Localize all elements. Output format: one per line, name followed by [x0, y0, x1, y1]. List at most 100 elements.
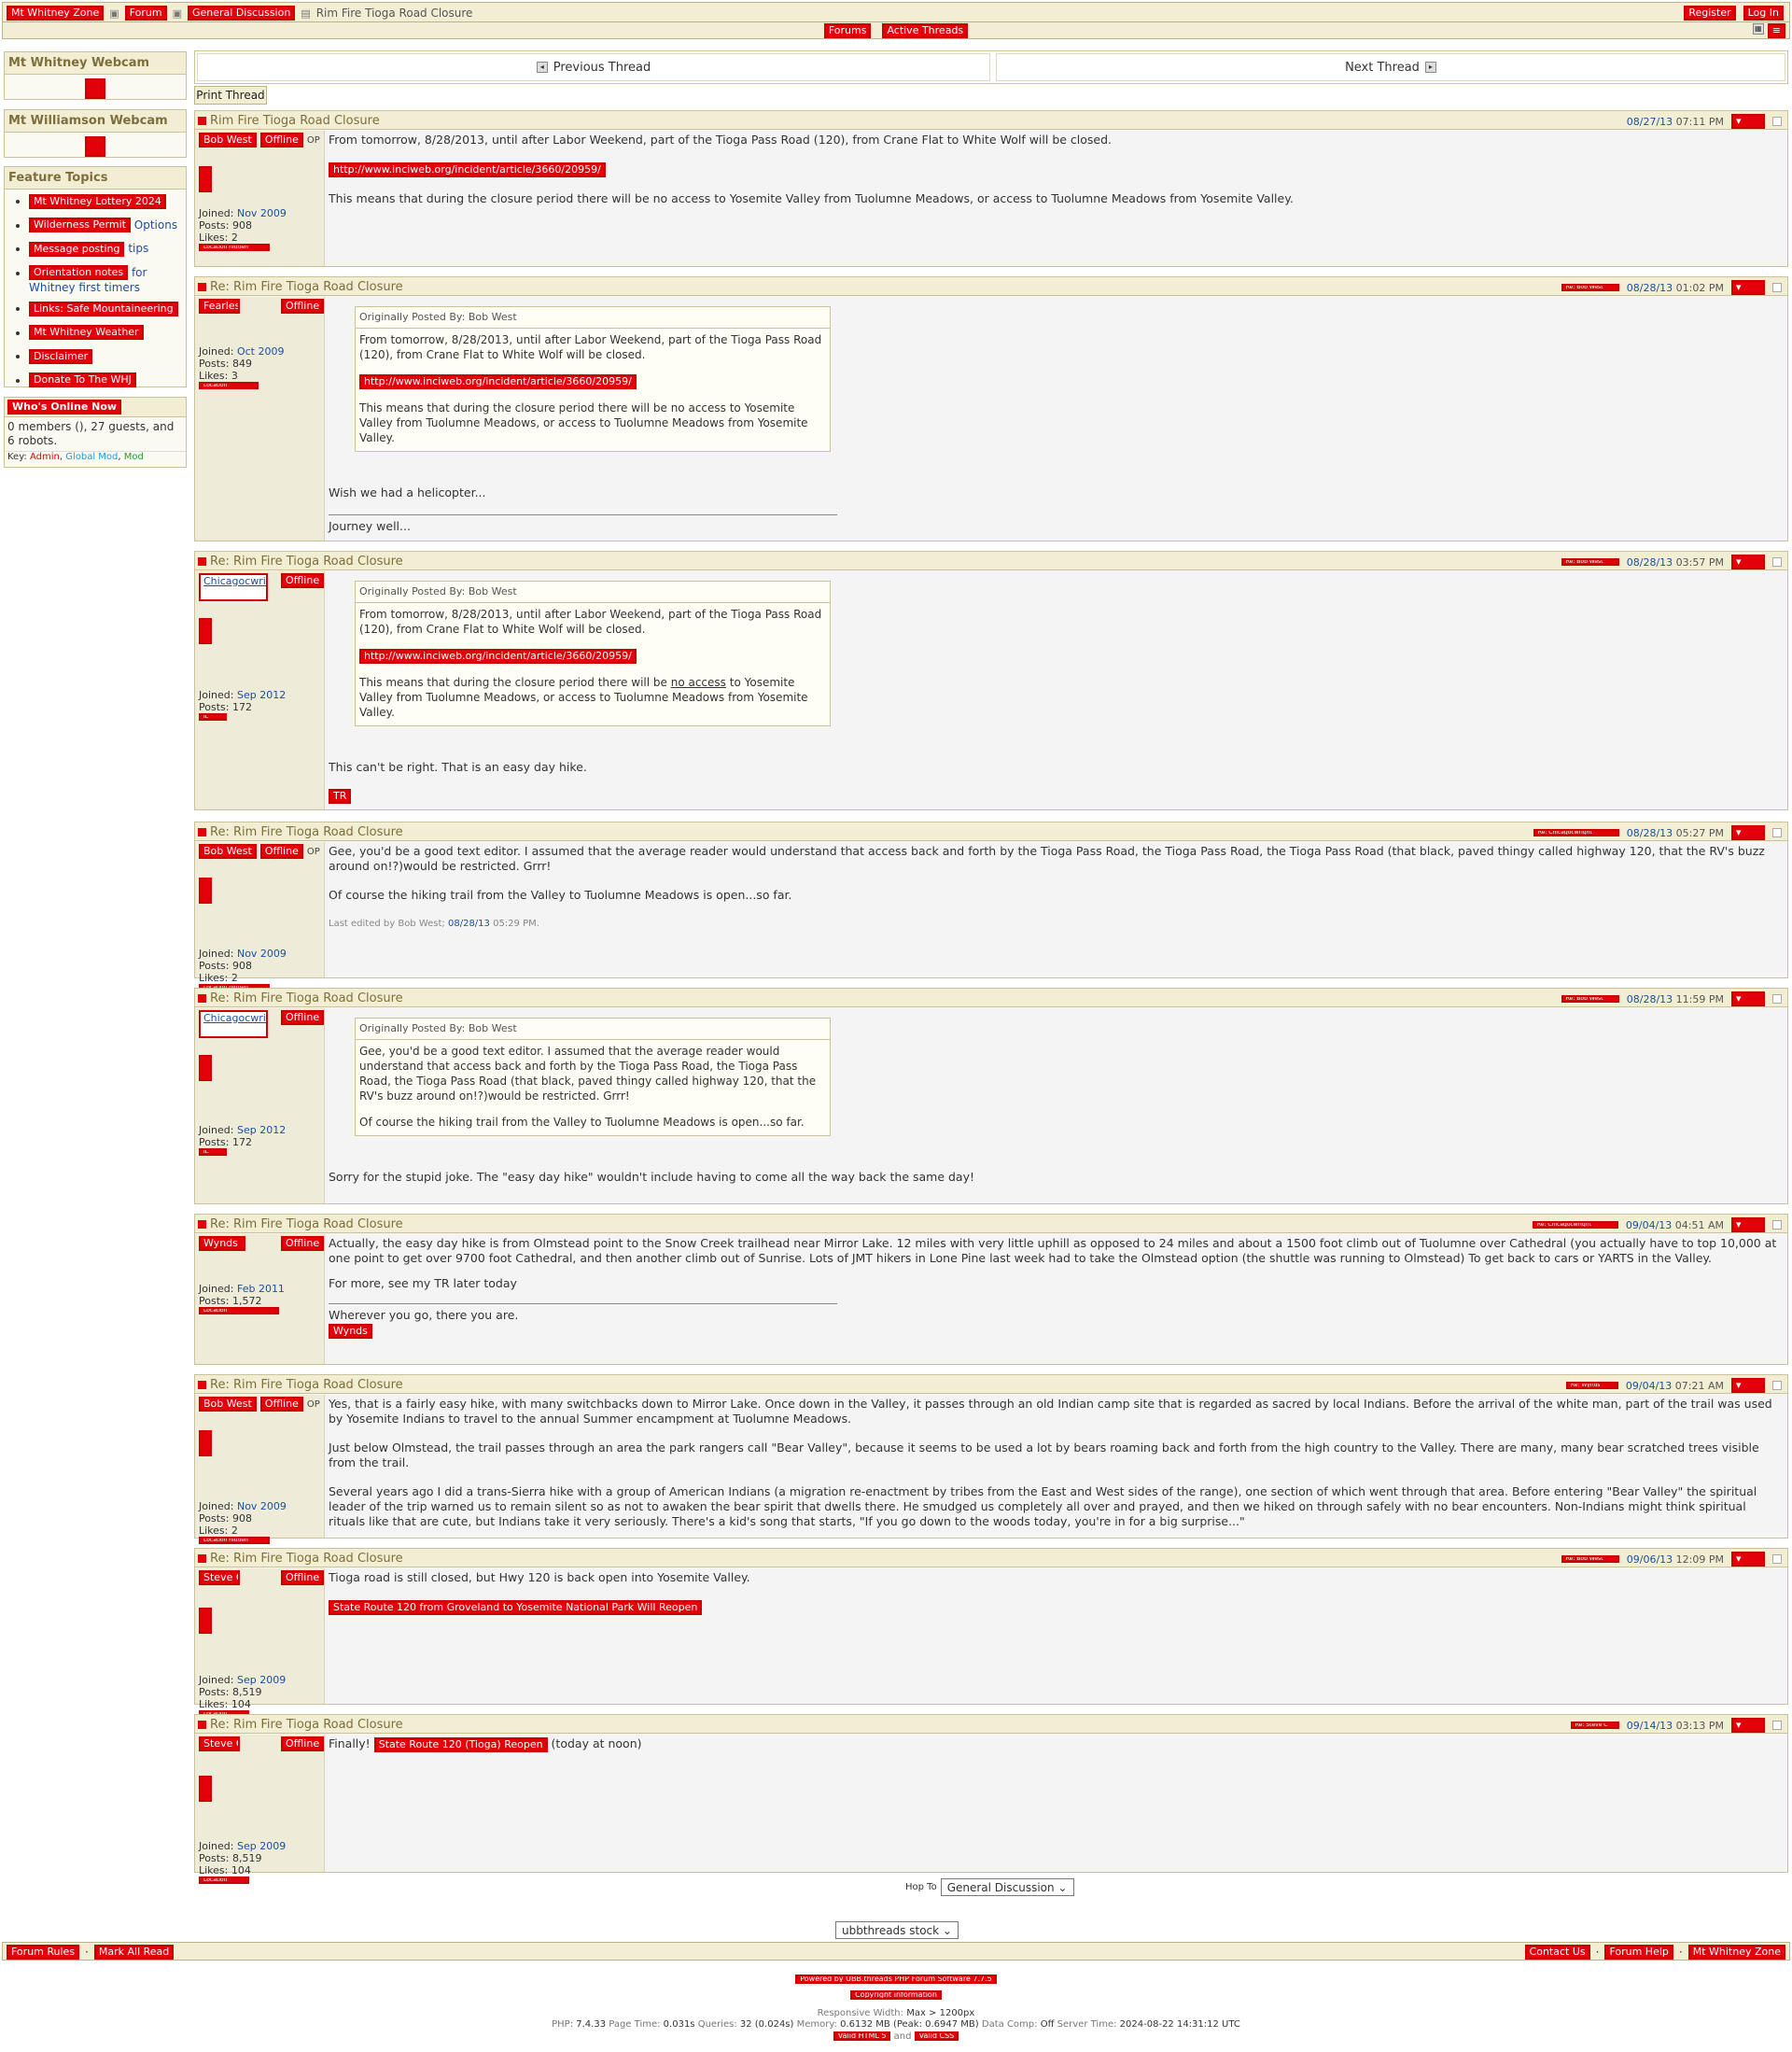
feature-topic-text[interactable]: tips [128, 242, 148, 255]
post-options-button[interactable]: ▾ [1731, 1552, 1765, 1567]
author-likes: Likes: 3 [199, 370, 238, 382]
post-select-checkbox[interactable] [1772, 1220, 1782, 1230]
forums-link[interactable]: Forums [823, 23, 872, 38]
post-options-button[interactable]: ▾ [1731, 114, 1765, 129]
print-thread-button[interactable]: Print Thread [194, 86, 267, 105]
forum-help-link[interactable]: Forum Help [1604, 1945, 1673, 1960]
post: Re: Rim Fire Tioga Road Closure Re: Bob … [194, 551, 1788, 810]
valid-css-link[interactable]: Valid CSS [914, 2031, 959, 2041]
avatar[interactable] [199, 166, 212, 192]
avatar[interactable] [199, 1608, 212, 1634]
mark-all-read-link[interactable]: Mark All Read [93, 1945, 175, 1960]
post-link[interactable]: State Route 120 (Tioga) Reopen [373, 1736, 548, 1752]
feature-topic-link[interactable]: Orientation notes [29, 265, 129, 280]
post: Re: Rim Fire Tioga Road Closure Re: Chic… [194, 1214, 1788, 1365]
author-likes: Likes: 104 [199, 1698, 251, 1710]
signature-link[interactable]: Wynds [329, 1323, 372, 1339]
post-tag-link[interactable]: TR [329, 789, 352, 804]
post-link[interactable]: State Route 120 from Groveland to Yosemi… [329, 1599, 703, 1615]
post-date: 09/14/13 03:13 PM [1626, 1719, 1724, 1732]
author-username[interactable]: Chicagocwright [199, 1010, 268, 1038]
hop-to: Hop To General Discussion ⌄ [905, 1878, 1074, 1896]
breadcrumb-forum-link[interactable]: Forum [124, 6, 167, 21]
copyright-link[interactable]: Copyright information [850, 1989, 942, 2000]
feature-topic-link[interactable]: Message posting [29, 241, 125, 257]
post-options-button[interactable]: ▾ [1731, 825, 1765, 840]
post-select-checkbox[interactable] [1772, 1721, 1782, 1730]
powered-by-link[interactable]: Powered by UBB.threads PHP Forum Softwar… [795, 1974, 997, 1984]
feature-topic-link[interactable]: Mt Whitney Weather [29, 325, 144, 340]
author-username[interactable]: Chicagocwright [199, 573, 268, 601]
author-username[interactable]: Bob West [199, 1397, 257, 1412]
forum-rules-link[interactable]: Forum Rules [7, 1945, 80, 1960]
post-select-checkbox[interactable] [1772, 557, 1782, 567]
post-reply-reference[interactable]: Re: Bob West [1561, 995, 1619, 1003]
author-username[interactable]: Fearless [199, 299, 240, 314]
whos-online-title[interactable]: Who's Online Now [7, 400, 122, 415]
avatar[interactable] [199, 878, 212, 904]
post-reply-reference[interactable]: Re: Bob West [1561, 284, 1619, 291]
feature-topic-text[interactable]: Options [134, 218, 177, 232]
post-select-checkbox[interactable] [1772, 994, 1782, 1004]
quote-text: This means that during the closure perio… [359, 401, 808, 444]
post-options-button[interactable]: ▾ [1731, 555, 1765, 569]
post-options-button[interactable]: ▾ [1731, 1217, 1765, 1232]
author-username[interactable]: Wynds [199, 1236, 245, 1251]
feature-topic-link[interactable]: Mt Whitney Lottery 2024 [29, 193, 166, 209]
post-subject: Re: Rim Fire Tioga Road Closure [210, 825, 403, 839]
menu-icon[interactable]: ≡ [1767, 23, 1785, 38]
author-location: IL [199, 713, 227, 721]
post-select-checkbox[interactable] [1772, 1381, 1782, 1390]
site-home-link[interactable]: Mt Whitney Zone [1687, 1945, 1785, 1960]
valid-html-link[interactable]: Valid HTML 5 [833, 2031, 891, 2041]
author-username[interactable]: Bob West [199, 844, 257, 859]
grid-icon[interactable]: ▦ [1752, 23, 1764, 35]
post-status-icon [198, 1381, 206, 1389]
active-threads-link[interactable]: Active Threads [882, 23, 969, 38]
feature-topic-link[interactable]: Donate To The WHJ [29, 372, 136, 387]
previous-thread-button[interactable]: ◂ Previous Thread [197, 53, 990, 81]
post-reply-reference[interactable]: Re: Chicagocwright [1533, 829, 1619, 836]
post-select-checkbox[interactable] [1772, 117, 1782, 126]
post-options-button[interactable]: ▾ [1731, 1718, 1765, 1733]
next-arrow-icon: ▸ [1424, 62, 1436, 73]
style-select[interactable]: ubbthreads stock ⌄ [835, 1921, 959, 1939]
post-reply-reference[interactable]: Re: Bob West [1561, 558, 1619, 566]
login-link[interactable]: Log In [1743, 6, 1784, 21]
author-username[interactable]: Steve C [199, 1570, 240, 1585]
breadcrumb-board-link[interactable]: General Discussion [187, 6, 296, 21]
post-select-checkbox[interactable] [1772, 283, 1782, 292]
quote-link[interactable]: http://www.inciweb.org/incident/article/… [359, 648, 637, 664]
author-username[interactable]: Steve C [199, 1736, 240, 1751]
next-thread-button[interactable]: Next Thread ▸ [996, 53, 1785, 81]
feature-topic-link[interactable]: Disclaimer [29, 348, 93, 364]
post-reply-reference[interactable]: Re: Chicagocwright [1532, 1221, 1618, 1229]
register-link[interactable]: Register [1684, 6, 1736, 21]
webcam-image[interactable] [85, 78, 105, 99]
post-text: From tomorrow, 8/28/2013, until after La… [329, 133, 1113, 147]
feature-topic-link[interactable]: Wilderness Permit [29, 218, 131, 232]
author-username[interactable]: Bob West [199, 133, 257, 148]
avatar[interactable] [199, 1055, 212, 1081]
feature-topic-link[interactable]: Links: Safe Mountaineering [29, 301, 178, 316]
avatar[interactable] [199, 1776, 212, 1802]
post-status-icon [198, 117, 206, 125]
post-select-checkbox[interactable] [1772, 828, 1782, 837]
post-reply-reference[interactable]: Re: Bob West [1561, 1555, 1619, 1563]
post-options-button[interactable]: ▾ [1731, 1378, 1765, 1393]
williamson-webcam-image[interactable] [85, 136, 105, 157]
contact-us-link[interactable]: Contact Us [1524, 1945, 1590, 1960]
online-status-badge: Offline [281, 299, 325, 314]
avatar[interactable] [199, 1430, 212, 1456]
post-link[interactable]: http://www.inciweb.org/incident/article/… [329, 162, 606, 177]
post-reply-reference[interactable]: Re: Steve C [1570, 1722, 1619, 1729]
post-options-button[interactable]: ▾ [1731, 280, 1765, 295]
post-options-button[interactable]: ▾ [1731, 991, 1765, 1006]
quote-link[interactable]: http://www.inciweb.org/incident/article/… [359, 373, 637, 389]
avatar[interactable] [199, 618, 212, 644]
hop-to-select[interactable]: General Discussion ⌄ [940, 1878, 1074, 1896]
post-author-info: Fearless Offline Joined: Oct 2009 Posts:… [195, 297, 325, 541]
breadcrumb-home-link[interactable]: Mt Whitney Zone [7, 6, 105, 21]
post-select-checkbox[interactable] [1772, 1554, 1782, 1564]
post-reply-reference[interactable]: Re: Wynds [1565, 1382, 1618, 1389]
